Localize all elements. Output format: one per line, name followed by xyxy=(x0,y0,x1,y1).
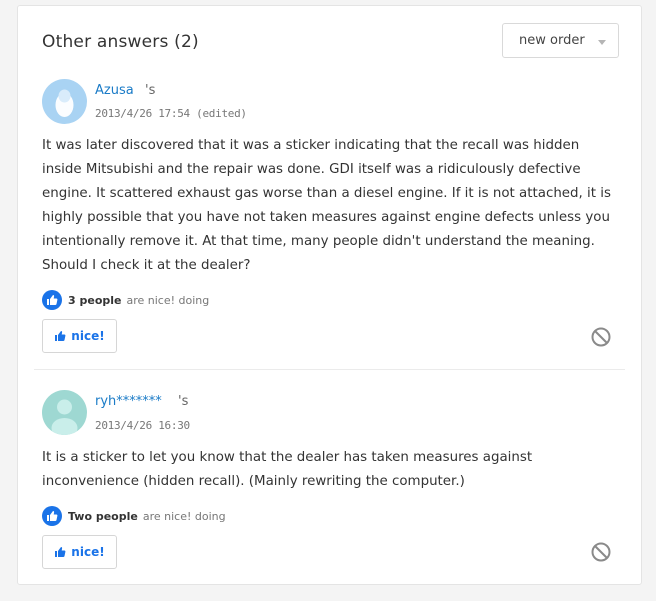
avatar[interactable] xyxy=(42,390,87,435)
like-suffix: are nice! doing xyxy=(126,293,210,307)
nice-button-label: nice! xyxy=(71,545,105,559)
like-count: 3 people xyxy=(68,293,122,307)
nice-button[interactable]: nice! xyxy=(42,535,117,569)
nice-button[interactable]: nice! xyxy=(42,319,117,353)
answer-timestamp: 2013/4/26 16:30 xyxy=(95,419,190,432)
like-summary: Two people are nice! doing xyxy=(42,506,226,526)
answer-timestamp: 2013/4/26 17:54 (edited) xyxy=(95,107,247,120)
like-suffix: are nice! doing xyxy=(142,509,226,523)
like-count: Two people xyxy=(68,509,138,523)
answers-header: Other answers (2) new order xyxy=(18,6,641,74)
avatar[interactable] xyxy=(42,79,87,124)
thumbs-up-icon xyxy=(42,506,62,526)
username-honorific: 's xyxy=(145,83,156,98)
prohibited-icon[interactable] xyxy=(590,326,612,348)
prohibited-icon[interactable] xyxy=(590,541,612,563)
username-link[interactable]: ryh******* xyxy=(95,394,162,409)
user-avatar-icon xyxy=(42,390,87,435)
user-avatar-icon xyxy=(42,79,87,124)
answer-item: ryh******* 's 2013/4/26 16:30 It is a st… xyxy=(18,369,641,585)
answer-body: It was later discovered that it was a st… xyxy=(42,138,611,273)
thumbs-up-icon xyxy=(54,546,66,558)
chevron-down-icon xyxy=(598,40,606,45)
answer-item: Azusa 's 2013/4/26 17:54 (edited) It was… xyxy=(18,72,641,369)
page-title: Other answers (2) xyxy=(42,32,199,52)
username-honorific: 's xyxy=(178,394,189,409)
sort-order-value: new order xyxy=(519,33,585,48)
thumbs-up-icon xyxy=(54,330,66,342)
like-summary: 3 people are nice! doing xyxy=(42,290,209,310)
nice-button-label: nice! xyxy=(71,329,105,343)
username-link[interactable]: Azusa xyxy=(95,83,134,98)
answer-body: It is a sticker to let you know that the… xyxy=(42,450,533,489)
thumbs-up-icon xyxy=(42,290,62,310)
sort-order-select[interactable]: new order xyxy=(502,23,619,58)
answers-card: Other answers (2) new order Azusa 's 201… xyxy=(17,5,642,585)
